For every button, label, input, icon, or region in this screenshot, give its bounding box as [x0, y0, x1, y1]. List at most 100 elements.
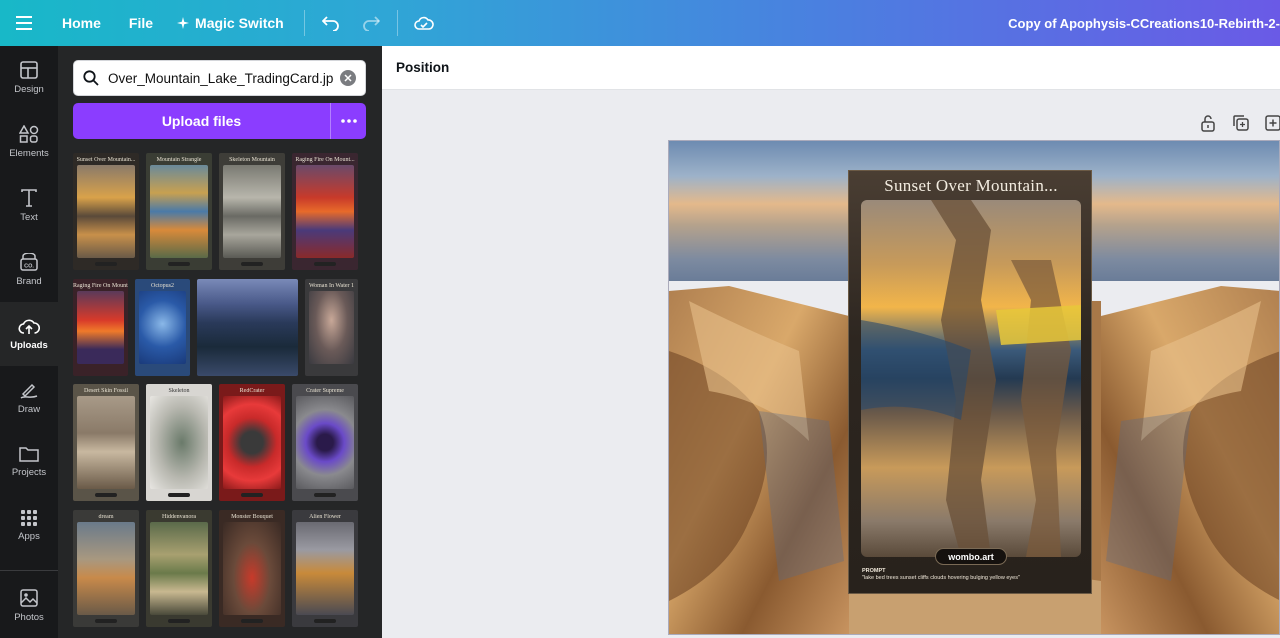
thumbnail-badge — [241, 493, 263, 497]
thumbnail-badge — [95, 619, 117, 623]
trading-card[interactable]: Sunset Over Mountain... wombo.art PROMPT… — [848, 170, 1092, 594]
uploads-panel: Upload files Sunset Over Mountain... Mou… — [58, 46, 382, 638]
thumbnail-caption: Hiddenvanora — [162, 514, 196, 520]
rail-item-text[interactable]: Text — [0, 174, 58, 238]
save-status-button[interactable] — [404, 0, 444, 46]
upload-thumbnail[interactable]: Mountain Strangle — [146, 153, 212, 270]
thumbnail-badge — [241, 262, 263, 266]
rail-item-apps[interactable]: Apps — [0, 494, 58, 558]
prompt-label: PROMPT — [862, 568, 886, 574]
thumbnail-badge — [95, 262, 117, 266]
rail-label: Draw — [17, 404, 41, 415]
upload-thumbnail[interactable]: Desert Skin Fossil — [73, 384, 139, 501]
context-toolbar: Position — [382, 46, 1280, 90]
clear-search-button[interactable] — [340, 70, 356, 86]
duplicate-icon — [1233, 115, 1249, 131]
pen-icon — [20, 383, 38, 399]
magic-switch-button[interactable]: Magic Switch — [167, 0, 298, 46]
thumbnail-art — [223, 396, 281, 489]
search-icon — [74, 70, 108, 86]
thumbnail-caption: Mountain Strangle — [156, 157, 202, 163]
sparkle-icon — [177, 17, 190, 29]
thumbnail-caption: Raging Fire On Mount... — [73, 283, 128, 289]
search-input[interactable] — [108, 70, 334, 86]
upload-thumbnail[interactable]: Skeleton — [146, 384, 212, 501]
thumbnail-art — [77, 522, 135, 615]
upload-files-group: Upload files — [73, 103, 366, 139]
thumbnail-art — [77, 396, 135, 489]
toolbar-divider — [303, 10, 305, 36]
thumbnail-caption: Alien Flower — [309, 514, 341, 520]
upload-thumbnail[interactable]: Raging Fire On Mount... — [73, 279, 128, 376]
text-icon — [21, 189, 37, 207]
rail-label: Elements — [9, 148, 49, 159]
undo-icon — [321, 16, 339, 31]
magic-switch-label: Magic Switch — [195, 15, 284, 31]
folder-icon — [19, 447, 39, 462]
upload-thumbnail[interactable]: Woman In Water 1 — [305, 279, 358, 376]
card-artwork — [861, 200, 1081, 557]
thumbnail-art — [150, 396, 208, 489]
shapes-icon — [19, 125, 39, 143]
rail-item-projects[interactable]: Projects — [0, 430, 58, 494]
thumbnail-art — [296, 165, 354, 258]
prompt-text: "lake bed trees sunset cliffs clouds hov… — [862, 575, 1020, 581]
thumbnail-art — [296, 396, 354, 489]
thumbnail-art — [309, 291, 354, 364]
undo-button[interactable] — [311, 0, 351, 46]
upload-thumbnail[interactable]: RedCrater — [219, 384, 285, 501]
upload-thumbnail[interactable]: Alien Flower — [292, 510, 358, 627]
rail-label: Projects — [11, 467, 47, 478]
add-page-button[interactable] — [1264, 114, 1280, 132]
upload-thumbnail[interactable]: dream — [73, 510, 139, 627]
apps-grid-icon — [21, 510, 37, 526]
design-page[interactable]: Sunset Over Mountain... wombo.art PROMPT… — [668, 140, 1280, 635]
thumbnail-caption: Crater Supreme — [306, 388, 344, 394]
rail-item-uploads[interactable]: Uploads — [0, 302, 58, 366]
upload-more-button[interactable] — [330, 103, 366, 139]
search-box — [73, 60, 366, 96]
thumbnail-badge — [168, 619, 190, 623]
lock-button[interactable] — [1200, 114, 1218, 132]
thumbnail-caption: dream — [98, 514, 114, 520]
rail-item-photos[interactable]: Photos — [0, 574, 58, 638]
cloud-upload-icon — [18, 319, 40, 334]
thumbnail-badge — [241, 619, 263, 623]
position-button[interactable]: Position — [396, 60, 449, 75]
document-title[interactable]: Copy of Apophysis-CCreations10-Rebirth-2… — [1008, 0, 1280, 46]
upload-thumbnail[interactable]: Skeleton Mountain — [219, 153, 285, 270]
rail-item-brand[interactable]: CO. Brand — [0, 238, 58, 302]
thumbnail-badge — [314, 262, 336, 266]
thumbnail-caption: Skeleton Mountain — [229, 157, 275, 163]
home-button[interactable]: Home — [48, 0, 115, 46]
thumbnail-badge — [168, 493, 190, 497]
thumbnail-caption: Skeleton — [168, 388, 190, 394]
thumbnail-caption: Desert Skin Fossil — [83, 388, 128, 394]
rail-label: Apps — [18, 531, 40, 542]
rail-item-design[interactable]: Design — [0, 46, 58, 110]
upload-thumbnail[interactable]: Raging Fire On Mount... — [292, 153, 358, 270]
thumbnail-art — [223, 165, 281, 258]
rail-item-elements[interactable]: Elements — [0, 110, 58, 174]
thumbnail-caption: Monster Bouquet — [231, 514, 273, 520]
upload-thumbnail[interactable]: Sunset Over Mountain... — [73, 153, 139, 270]
lock-icon — [1201, 115, 1215, 132]
file-menu-button[interactable]: File — [115, 0, 167, 46]
thumbnail-badge — [95, 493, 117, 497]
side-rail: Design Elements Text CO. Brand Uploads D… — [0, 46, 58, 638]
rail-divider — [0, 570, 58, 571]
thumbnail-caption: Sunset Over Mountain... — [76, 157, 136, 163]
menu-button[interactable] — [2, 0, 48, 46]
upload-thumbnail[interactable]: Hiddenvanora — [146, 510, 212, 627]
duplicate-page-button[interactable] — [1232, 114, 1250, 132]
upload-thumbnail[interactable]: Monster Bouquet — [219, 510, 285, 627]
upload-thumbnail[interactable]: Crater Supreme — [292, 384, 358, 501]
upload-files-button[interactable]: Upload files — [73, 103, 330, 139]
redo-button[interactable] — [351, 0, 391, 46]
thumbnail-badge — [314, 619, 336, 623]
cloud-sync-icon — [413, 16, 434, 30]
rail-item-draw[interactable]: Draw — [0, 366, 58, 430]
upload-thumbnail[interactable]: Octopus2 — [135, 279, 190, 376]
upload-thumbnail[interactable] — [197, 279, 298, 376]
hamburger-icon — [16, 16, 32, 30]
